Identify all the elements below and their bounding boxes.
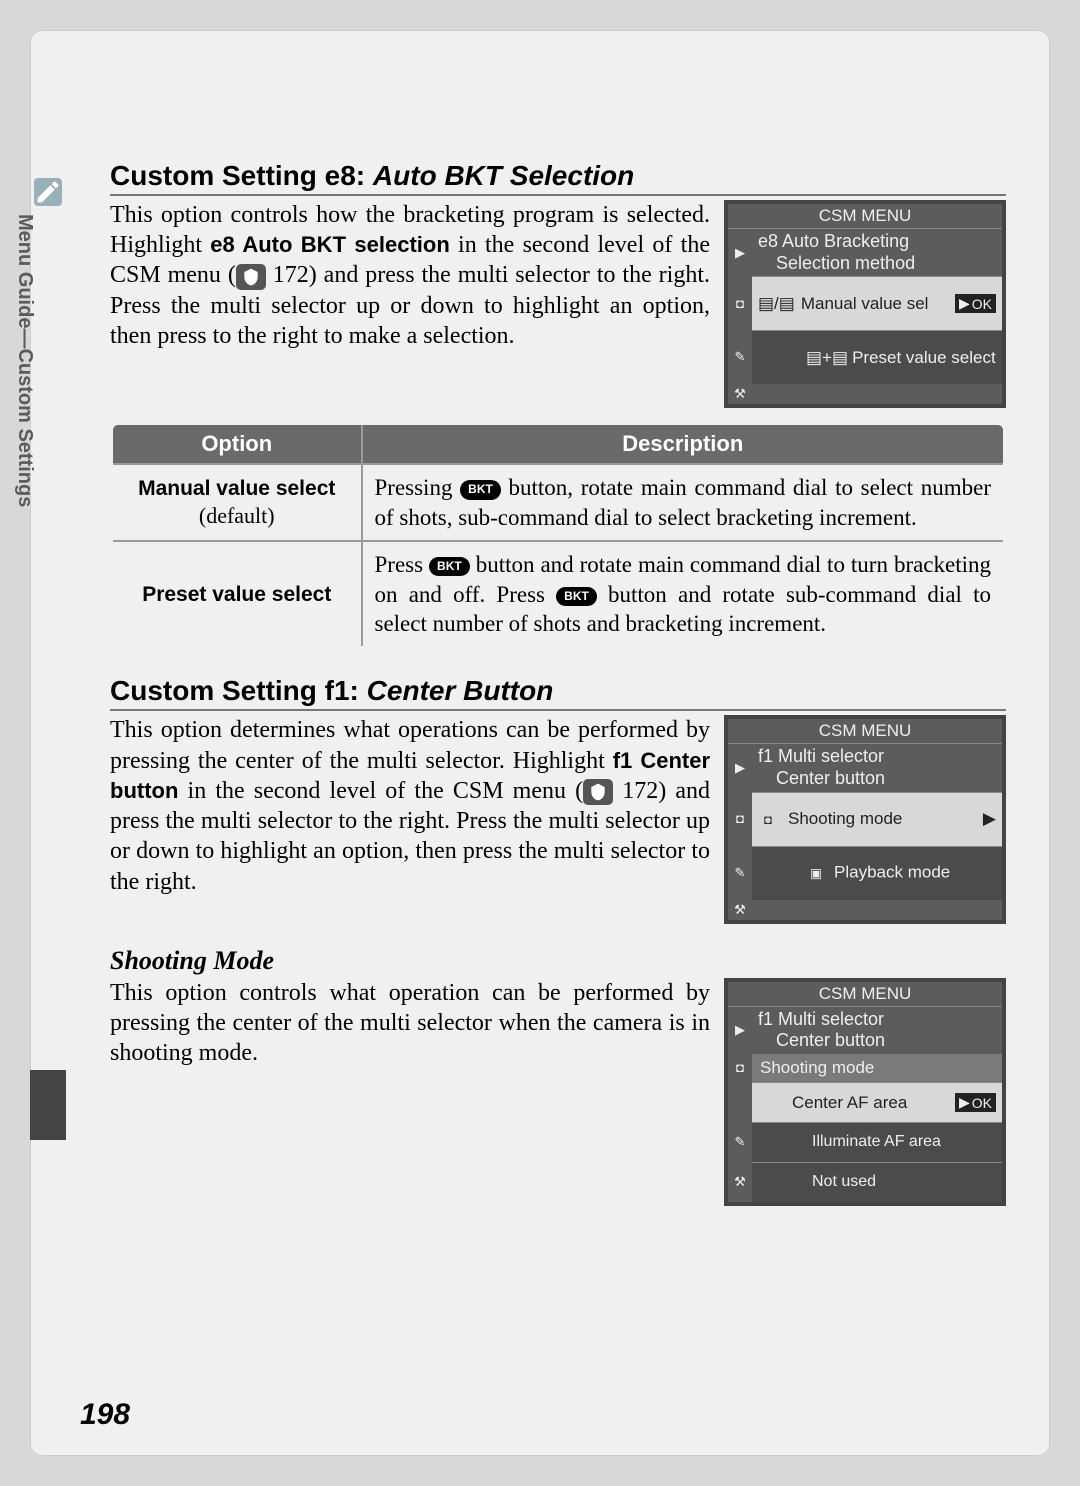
page-ref-icon — [236, 264, 266, 290]
lcd-option-selected: ◘ Shooting mode ▶ — [752, 793, 1002, 846]
shooting-row: This option controls what operation can … — [110, 978, 1006, 1206]
pencil-icon — [34, 178, 62, 206]
e8-row: This option controls how the bracketing … — [110, 200, 1006, 408]
ok-badge: ▶OK — [955, 294, 996, 313]
thumb-index-tab — [30, 1070, 66, 1140]
camera-icon: ◘ — [730, 809, 750, 829]
camera-icon: ◘ — [730, 1058, 750, 1078]
wrench-icon: ⚒ — [730, 384, 750, 404]
play-icon: ▶ — [730, 243, 750, 263]
manual-page: Custom Setting e8: Auto BKT Selection Th… — [30, 30, 1050, 1456]
play-icon: ▶ — [730, 758, 750, 778]
subheading-shooting-mode: Shooting Mode — [110, 946, 1006, 976]
heading-e8-title: Auto BKT Selection — [373, 160, 634, 191]
lcd-option-selected: ▤/▤ Manual value sel ▶OK — [752, 277, 1002, 330]
options-table-e8: Option Description Manual value select (… — [110, 422, 1006, 649]
ok-badge: ▶OK — [955, 1093, 996, 1112]
pencil-icon: ✎ — [730, 863, 750, 883]
wrench-icon: ⚒ — [730, 1172, 750, 1192]
side-tab-label: Menu Guide—Custom Settings — [13, 214, 36, 544]
lcd-header: e8 Auto Bracketing Selection method — [752, 229, 1002, 276]
chevron-right-icon: ▶ — [983, 809, 996, 829]
table-row: Preset value select Press BKT button and… — [112, 541, 1005, 648]
play-icon: ▶ — [730, 1020, 750, 1040]
lcd-f1: CSM MENU ▶ f1 Multi selector Center butt… — [724, 715, 1006, 923]
shooting-paragraph: This option controls what operation can … — [110, 978, 710, 1069]
table-row: Manual value select (default) Pressing B… — [112, 464, 1005, 541]
bkt-icon: BKT — [460, 480, 501, 499]
pencil-icon: ✎ — [730, 347, 750, 367]
top-margin — [110, 70, 1006, 160]
pencil-icon: ✎ — [730, 1132, 750, 1152]
bkt-icon: BKT — [556, 587, 597, 606]
camera-icon: ◘ — [758, 809, 778, 829]
e8-paragraph: This option controls how the bracketing … — [110, 200, 710, 351]
heading-e8-prefix: Custom Setting e8: — [110, 160, 373, 191]
wrench-icon: ⚒ — [730, 900, 750, 920]
page-ref-icon — [583, 779, 613, 805]
lcd-e8: CSM MENU ▶ e8 Auto Bracketing Selection … — [724, 200, 1006, 408]
lcd-side-icons: ▶ — [728, 229, 752, 276]
f1-row: This option determines what operations c… — [110, 715, 1006, 923]
th-option: Option — [112, 424, 362, 465]
bracket-pair-icon: ▤/▤ — [758, 294, 795, 314]
lcd-shooting: CSM MENU ▶ f1 Multi selector Center butt… — [724, 978, 1006, 1206]
side-tab: Menu Guide—Custom Settings — [30, 190, 70, 550]
bkt-icon: BKT — [429, 557, 470, 576]
lcd-option: ▤+▤Preset value select — [806, 348, 996, 368]
f1-paragraph: This option determines what operations c… — [110, 715, 710, 896]
playback-icon: ▣ — [806, 864, 826, 884]
th-description: Description — [362, 424, 1005, 465]
lcd-title: CSM MENU — [728, 204, 1002, 229]
heading-e8: Custom Setting e8: Auto BKT Selection — [110, 160, 1006, 196]
camera-icon: ◘ — [730, 293, 750, 313]
heading-f1: Custom Setting f1: Center Button — [110, 675, 1006, 711]
page-number: 198 — [80, 1398, 130, 1432]
